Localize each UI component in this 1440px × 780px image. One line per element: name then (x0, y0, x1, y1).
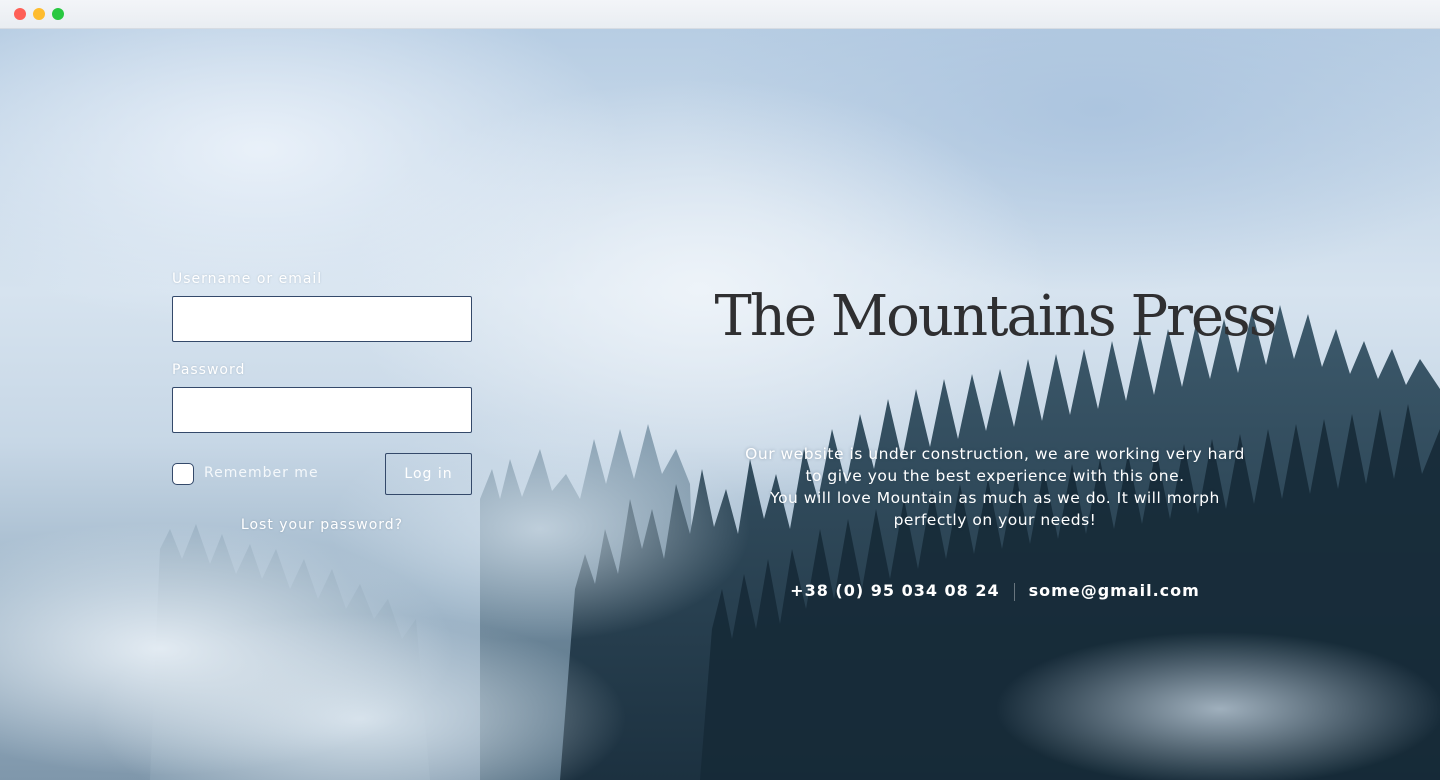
login-form: Username or email Password Remember me L… (172, 271, 472, 533)
minimize-window-button[interactable] (33, 8, 45, 20)
password-label: Password (172, 362, 246, 378)
remember-me-checkbox[interactable] (172, 463, 194, 485)
remember-me-label[interactable]: Remember me (204, 465, 319, 481)
browser-window: Username or email Password Remember me L… (0, 0, 1440, 780)
brand-section: The Mountains Press Our website is under… (700, 277, 1290, 601)
window-titlebar (0, 0, 1440, 29)
contact-divider (1013, 582, 1015, 601)
message-line: perfectly on your needs! (893, 511, 1097, 529)
username-input[interactable] (172, 296, 472, 342)
construction-message: Our website is under construction, we ar… (715, 443, 1275, 531)
site-title: The Mountains Press (714, 284, 1277, 349)
maximize-window-button[interactable] (52, 8, 64, 20)
message-line: to give you the best experience with thi… (805, 467, 1185, 485)
message-line: You will love Mountain as much as we do.… (770, 489, 1220, 507)
remember-login-row: Remember me Log in (172, 453, 472, 495)
page-viewport: Username or email Password Remember me L… (0, 29, 1440, 780)
username-label: Username or email (172, 271, 323, 287)
close-window-button[interactable] (14, 8, 26, 20)
lost-password-link[interactable]: Lost your password? (172, 517, 472, 533)
email-address[interactable]: some@gmail.com (1029, 581, 1200, 600)
phone-number[interactable]: +38 (0) 95 034 08 24 (790, 581, 999, 600)
contact-info: +38 (0) 95 034 08 24 some@gmail.com (700, 581, 1290, 601)
login-button[interactable]: Log in (385, 453, 472, 495)
password-input[interactable] (172, 387, 472, 433)
message-line: Our website is under construction, we ar… (745, 445, 1245, 463)
